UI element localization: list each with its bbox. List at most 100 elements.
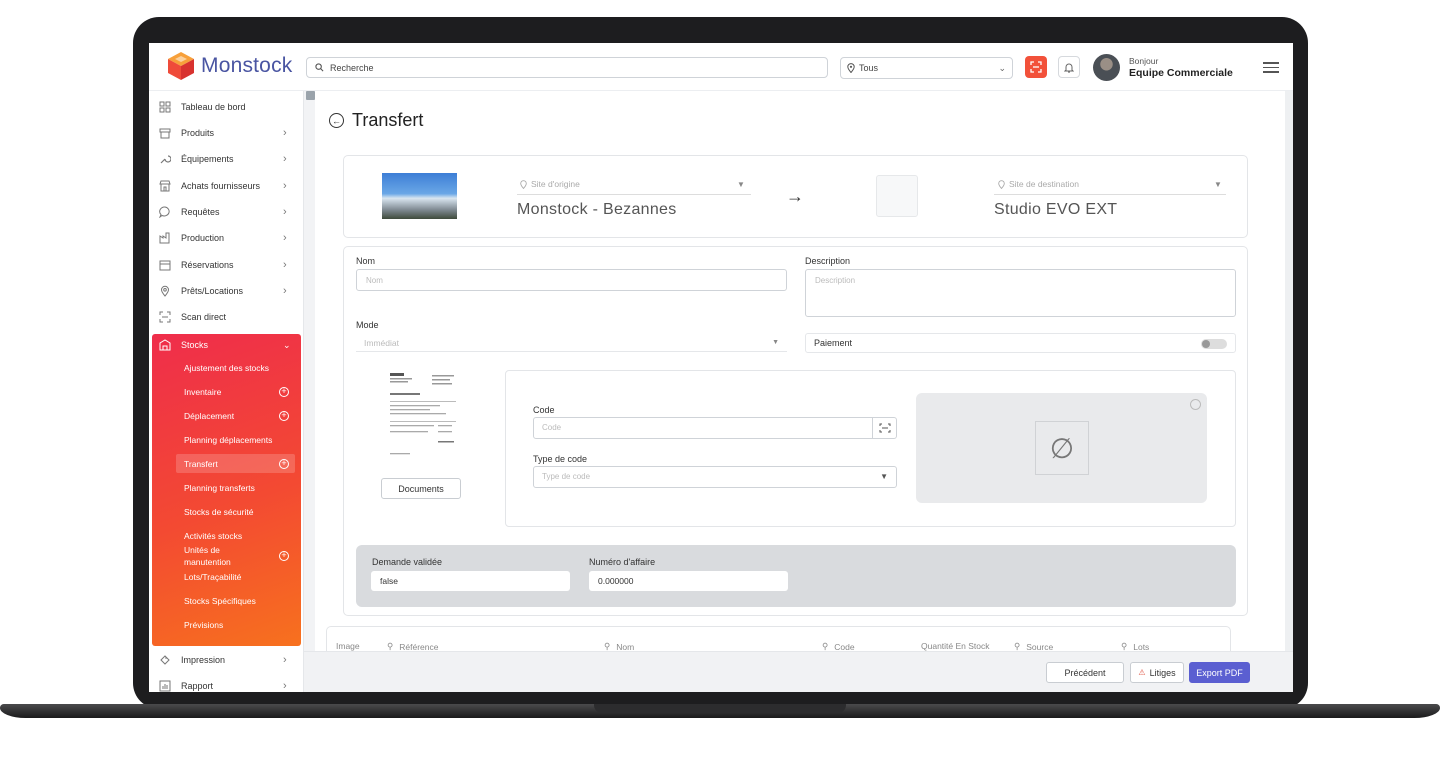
action-footer: Précédent ⚠ Litiges Export PDF xyxy=(304,651,1293,692)
sidebar-subitem-planning-transferts[interactable]: Planning transferts xyxy=(176,478,295,497)
description-label: Description xyxy=(805,256,851,266)
export-pdf-button[interactable]: Export PDF xyxy=(1189,662,1250,683)
calendar-icon xyxy=(159,260,171,271)
subitem-label: Stocks Spécifiques xyxy=(184,595,256,606)
sidebar-subitem-deplacement[interactable]: Déplacement + xyxy=(176,406,295,425)
sidebar-item-impression[interactable]: Impression › xyxy=(149,648,304,672)
subitem-label: Planning déplacements xyxy=(184,434,273,445)
back-arrow-icon[interactable]: ← xyxy=(329,113,344,128)
chevron-down-icon: ⌄ xyxy=(283,339,291,350)
main-content: ← Transfert Site d'origine ▼ Monstock - … xyxy=(315,91,1285,651)
site-filter-select[interactable]: Tous ⌄ xyxy=(840,57,1013,79)
report-icon xyxy=(159,680,171,692)
sidebar-item-label: Prêts/Locations xyxy=(181,286,244,296)
paiement-label: Paiement xyxy=(814,338,853,348)
store-icon xyxy=(159,180,171,192)
transfer-form-card: Nom Nom Description Description Mode Imm… xyxy=(343,246,1248,616)
sidebar-item-label: Production xyxy=(181,233,225,243)
sidebar-item-scan-direct[interactable]: Scan direct xyxy=(149,305,304,329)
sidebar-item-production[interactable]: Production › xyxy=(149,226,304,250)
sidebar-item-label: Réservations xyxy=(181,260,234,270)
sidebar-subitem-ajustement-des-stocks[interactable]: Ajustement des stocks xyxy=(176,358,295,377)
app-logo[interactable]: Monstock xyxy=(165,50,292,82)
demande-validee-field[interactable]: false xyxy=(371,571,570,591)
documents-button[interactable]: Documents xyxy=(381,478,461,499)
add-circle-icon[interactable]: + xyxy=(279,551,289,561)
column-label: Image xyxy=(336,641,360,651)
mode-value: Immédiat xyxy=(364,337,399,348)
column-label: Lots xyxy=(1133,641,1150,652)
location-pin-icon xyxy=(998,179,1005,189)
sidebar-item-stocks[interactable]: Stocks ⌄ xyxy=(152,334,301,356)
column-label: Quantité En Stock xyxy=(921,641,990,651)
sidebar-subitem-transfert[interactable]: Transfert + xyxy=(176,454,295,473)
sidebar-item-tableau-de-bord[interactable]: Tableau de bord xyxy=(149,95,304,119)
caret-down-icon[interactable]: ▼ xyxy=(1214,180,1222,189)
avatar[interactable] xyxy=(1093,54,1120,81)
sidebar-collapse-button[interactable] xyxy=(306,91,315,100)
code-input[interactable]: Code xyxy=(533,417,897,439)
sidebar-item-rapport[interactable]: Rapport › xyxy=(149,674,304,692)
subitem-label: Transfert xyxy=(184,458,218,469)
sidebar: Tableau de bord Produits › Équipements ›… xyxy=(149,91,304,692)
type-code-select[interactable]: Type de code ▼ xyxy=(533,466,897,488)
document-preview-thumbnail[interactable] xyxy=(388,371,458,463)
column-label: Référence xyxy=(399,641,439,652)
sidebar-stocks-section: Stocks ⌄ Ajustement des stocks Inventair… xyxy=(152,334,301,646)
app-screen: Monstock Recherche Tous ⌄ Bonjour Equipe… xyxy=(149,43,1293,692)
add-circle-icon[interactable]: + xyxy=(279,386,289,397)
add-circle-icon[interactable]: + xyxy=(279,458,289,469)
add-circle-icon[interactable]: + xyxy=(279,410,289,421)
box-icon xyxy=(159,128,171,139)
cube-logo-icon xyxy=(165,50,197,82)
dispute-icon: ⚠ xyxy=(1138,668,1146,677)
search-input[interactable]: Recherche xyxy=(306,57,828,78)
sidebar-subitem-stocks-de-securite[interactable]: Stocks de sécurité xyxy=(176,502,295,521)
app-name: Monstock xyxy=(201,54,293,77)
caret-down-icon: ▼ xyxy=(880,472,888,481)
hamburger-menu-icon[interactable] xyxy=(1263,59,1279,73)
previous-button[interactable]: Précédent xyxy=(1046,662,1124,683)
subitem-label: Activités stocks xyxy=(184,530,243,541)
sidebar-subitem-lots-tracabilite[interactable]: Lots/Traçabilité xyxy=(176,567,295,586)
user-name: Equipe Commerciale xyxy=(1129,66,1233,79)
chevron-right-icon: › xyxy=(283,259,287,271)
sidebar-item-achats-fournisseurs[interactable]: Achats fournisseurs › xyxy=(149,174,304,198)
sidebar-subitem-planning-deplacements[interactable]: Planning déplacements xyxy=(176,430,295,449)
code-section: Code Code Type de code Type de code ▼ ∅ xyxy=(505,370,1236,527)
sidebar-item-reservations[interactable]: Réservations › xyxy=(149,253,304,277)
main-scrollbar[interactable] xyxy=(1285,91,1293,651)
page-header: ← Transfert xyxy=(329,110,423,131)
sidebar-item-equipements[interactable]: Équipements › xyxy=(149,147,304,171)
sidebar-subitem-inventaire[interactable]: Inventaire + xyxy=(176,382,295,401)
notifications-button[interactable] xyxy=(1058,56,1080,78)
caret-down-icon[interactable]: ▼ xyxy=(737,180,745,189)
litiges-button[interactable]: ⚠ Litiges xyxy=(1130,662,1184,683)
origin-select-underline[interactable] xyxy=(517,194,751,195)
sidebar-subitem-stocks-specifiques[interactable]: Stocks Spécifiques xyxy=(176,591,295,610)
numero-affaire-label: Numéro d'affaire xyxy=(589,557,656,567)
sidebar-subitem-previsions[interactable]: Prévisions xyxy=(176,615,295,634)
sidebar-item-prets-locations[interactable]: Prêts/Locations › xyxy=(149,279,304,303)
paiement-toggle[interactable] xyxy=(1201,339,1227,349)
scan-button[interactable] xyxy=(1025,56,1047,78)
sidebar-subitem-unites-de-manutention[interactable]: Unités de manutention + xyxy=(176,542,295,570)
transfer-sites-card: Site d'origine ▼ Monstock - Bezannes → S… xyxy=(343,155,1248,238)
destination-select-underline[interactable] xyxy=(994,194,1226,195)
numero-affaire-field[interactable]: 0.000000 xyxy=(589,571,788,591)
print-icon[interactable] xyxy=(1190,399,1201,410)
sidebar-item-requetes[interactable]: Requêtes › xyxy=(149,200,304,224)
type-code-placeholder: Type de code xyxy=(542,472,591,481)
sidebar-item-produits[interactable]: Produits › xyxy=(149,121,304,145)
dashboard-icon xyxy=(159,101,171,113)
nom-input[interactable]: Nom xyxy=(356,269,787,291)
origin-site-label: Site d'origine xyxy=(520,179,580,189)
metadata-box: Demande validée false Numéro d'affaire 0… xyxy=(356,545,1236,607)
mode-select[interactable]: Immédiat ▼ xyxy=(356,334,787,352)
barcode-scan-icon[interactable] xyxy=(872,418,896,438)
empty-image-icon: ∅ xyxy=(1035,421,1089,475)
button-label: Litiges xyxy=(1149,667,1176,678)
description-textarea[interactable]: Description xyxy=(805,269,1236,317)
paiement-row: Paiement xyxy=(805,333,1236,353)
demande-validee-label: Demande validée xyxy=(372,557,443,567)
